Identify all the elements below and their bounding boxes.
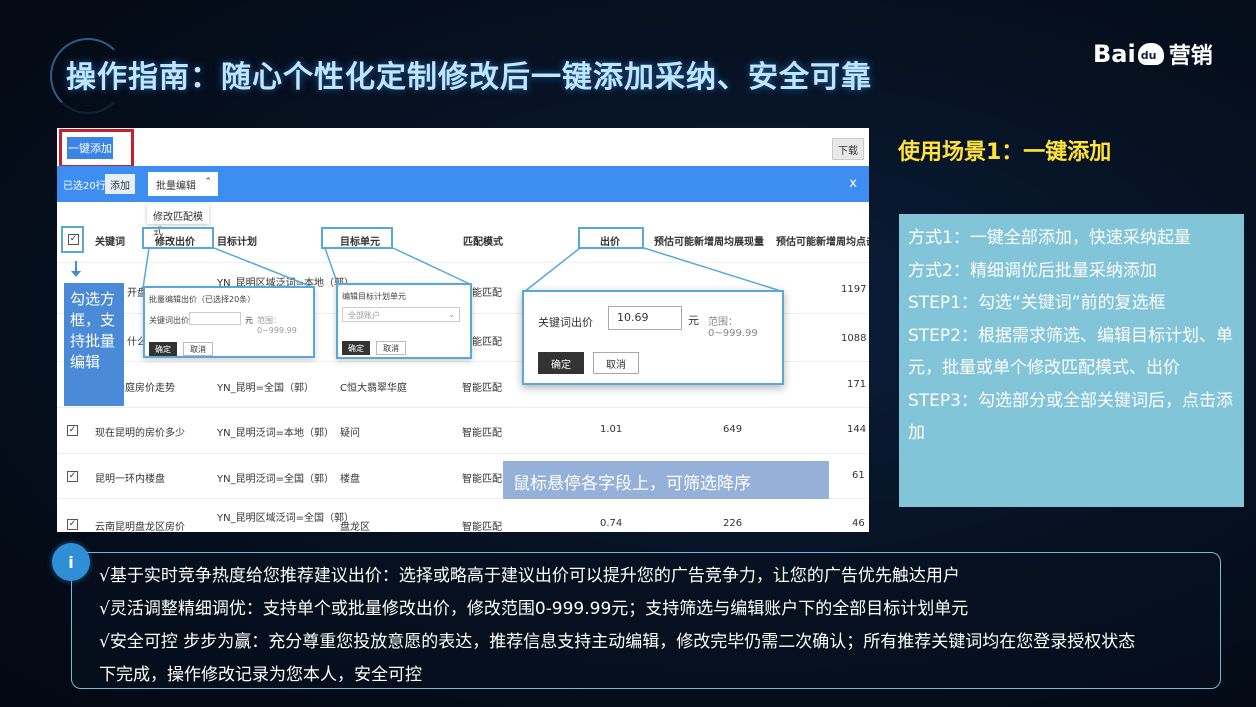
- chevron-down-icon: ⌃: [204, 177, 212, 187]
- header-keyword[interactable]: 关键词: [95, 233, 125, 248]
- paw-icon: du: [1137, 43, 1164, 65]
- table-cell-match: 智能匹配: [462, 428, 502, 439]
- highlight-bid: [578, 227, 644, 249]
- divider: [57, 262, 869, 263]
- table-cell-keyword: 华庭房价走势: [115, 383, 175, 394]
- confirm-button[interactable]: 确定: [342, 341, 370, 355]
- table-cell-plan: YN_昆明泛词=全国（郭）: [217, 474, 334, 485]
- hover-tip: 鼠标悬停各字段上，可筛选降序: [503, 461, 829, 499]
- step-line: 方式2：精细调优后批量采纳添加: [908, 260, 1157, 281]
- highlight-target-unit: [321, 227, 393, 249]
- table-cell-clicks: 46: [852, 518, 865, 529]
- connector-line: [523, 247, 581, 293]
- connector-line: [643, 247, 785, 293]
- download-button[interactable]: 下载: [832, 138, 864, 160]
- header-clicks[interactable]: 预估可能新增周均点击量: [776, 233, 869, 248]
- bid-edit-popup: 关键词出价 10.69 元 范围：0~999.99 确定 取消: [522, 290, 784, 385]
- bid-label: 关键词出价: [538, 316, 593, 329]
- selection-bar: 已选20行 添加 批量编辑 ⌃ x: [57, 166, 869, 202]
- baidu-logo: Bai du 营销: [1093, 38, 1213, 70]
- table-cell-unit: 楼盘: [340, 474, 360, 485]
- table-cell-unit: 盘龙区: [340, 522, 370, 532]
- table-cell-keyword: 昆明一环内楼盘: [95, 474, 165, 485]
- connector-line: [392, 247, 473, 286]
- steps-box: 方式1：一键全部添加，快速采纳起量 方式2：精细调优后批量采纳添加 STEP1：…: [899, 214, 1244, 507]
- add-button[interactable]: 添加: [105, 174, 135, 194]
- table-cell-keyword: 现在昆明的房价多少: [95, 428, 185, 439]
- bid-input[interactable]: 10.69: [608, 306, 682, 330]
- selected-count: 已选20行: [63, 181, 106, 192]
- row-checkbox[interactable]: ✓: [67, 425, 78, 436]
- logo-text-du: du: [1140, 49, 1157, 62]
- chevron-down-icon: ⌄: [448, 310, 455, 319]
- batch-edit-label: 批量编辑: [156, 181, 196, 192]
- highlight-checkbox: [61, 226, 84, 253]
- header-match-mode[interactable]: 匹配模式: [463, 233, 503, 248]
- checkbox-tip: 勾选方框，支持批量编辑: [64, 283, 124, 406]
- menu-item-modify-match[interactable]: 修改匹配模式: [147, 204, 209, 238]
- table-cell-bid: 1.01: [600, 424, 623, 435]
- table-cell-clicks: 1197: [841, 284, 867, 295]
- note-line: 下完成，操作修改记录为您本人，安全可控: [99, 665, 422, 685]
- close-icon[interactable]: x: [849, 176, 857, 191]
- logo-text-bai: Bai: [1093, 40, 1136, 68]
- connector-line: [142, 247, 150, 289]
- bid-input[interactable]: [189, 312, 241, 325]
- logo-text-yingxiao: 营销: [1168, 44, 1213, 69]
- cancel-button[interactable]: 取消: [593, 352, 639, 374]
- edit-unit-popup: 编辑目标计划单元 全部账户 ⌄ 确定 取消: [336, 283, 472, 359]
- divider: [57, 453, 869, 454]
- table-cell-keyword: 云南昆明盘龙区房价: [95, 522, 185, 532]
- popup-title: 编辑目标计划单元: [342, 292, 406, 301]
- step-line: STEP1：勾选“关键词”前的复选框: [908, 293, 1166, 313]
- popup-unit: 元: [245, 316, 253, 325]
- screenshot-panel: 一键添加 下载 已选20行 添加 批量编辑 ⌃ x 修改匹配模式 ✓ 关键词 修…: [57, 128, 869, 532]
- bid-range: 范围：0~999.99: [708, 317, 758, 339]
- table-cell-plan: YN_昆明区域泛词=全国（郭）: [217, 513, 354, 524]
- table-cell-unit: 疑问: [340, 428, 360, 439]
- row-checkbox[interactable]: ✓: [67, 519, 78, 530]
- table-cell-clicks: 61: [852, 470, 865, 481]
- table-cell-clicks: 171: [847, 379, 867, 390]
- popup-title: 批量编辑出价（已选择20条）: [149, 295, 256, 304]
- table-cell-plan: YN_昆明=全国（郭）: [217, 383, 314, 394]
- table-cell-bid: 0.74: [600, 518, 623, 529]
- table-cell-match: 智能匹配: [462, 383, 502, 394]
- table-cell-match: 智能匹配: [462, 522, 502, 532]
- info-icon: i: [52, 543, 90, 581]
- account-select-value: 全部账户: [348, 311, 380, 320]
- confirm-button[interactable]: 确定: [538, 352, 584, 374]
- divider: [57, 407, 869, 408]
- batch-bid-popup: 批量编辑出价（已选择20条） 关键词出价 元 范围：0~999.99 确定 取消: [143, 286, 315, 358]
- highlight-box: [59, 129, 134, 168]
- table-cell-match: 智能匹配: [462, 474, 502, 485]
- scene-title: 使用场景1：一键添加: [898, 140, 1112, 165]
- step-line: STEP2：根据需求筛选、编辑目标计划、单元，批量或单个修改匹配模式、出价: [908, 325, 1233, 379]
- batch-edit-dropdown[interactable]: 批量编辑 ⌃: [148, 172, 218, 196]
- note-line: √基于实时竞争热度给您推荐建议出价：选择或略高于建议出价可以提升您的广告竞争力，…: [99, 566, 960, 586]
- cancel-button[interactable]: 取消: [376, 341, 406, 355]
- note-line: √安全可控 步步为赢：充分尊重您投放意愿的表达，推荐信息支持主动编辑，修改完毕仍…: [99, 632, 1136, 652]
- table-cell-clicks: 144: [847, 424, 867, 435]
- table-cell-clicks: 1088: [841, 333, 867, 344]
- table-cell-plan: YN_昆明泛词=本地（郭）: [217, 428, 334, 439]
- highlight-modify-bid: [142, 227, 214, 249]
- table-cell-impressions: 226: [723, 518, 743, 529]
- table-cell-unit: C恒大翡翠华庭: [340, 383, 407, 394]
- note-line: √灵活调整精细调优：支持单个或批量修改出价，修改范围0-999.99元；支持筛选…: [99, 599, 969, 619]
- account-select[interactable]: 全部账户 ⌄: [342, 307, 460, 322]
- step-line: STEP3：勾选部分或全部关键词后，点击添加: [908, 390, 1233, 444]
- step-line: 方式1：一键全部添加，快速采纳起量: [908, 228, 1191, 248]
- header-target-plan[interactable]: 目标计划: [217, 233, 257, 248]
- confirm-button[interactable]: 确定: [149, 342, 177, 356]
- row-checkbox[interactable]: ✓: [67, 471, 78, 482]
- popup-range: 范围：0~999.99: [257, 316, 297, 335]
- header-impressions[interactable]: 预估可能新增周均展现量: [654, 233, 764, 248]
- table-cell-impressions: 649: [723, 424, 743, 435]
- bid-unit: 元: [688, 314, 699, 327]
- page-title: 操作指南：随心个性化定制修改后一键添加采纳、安全可靠: [66, 60, 872, 95]
- cancel-button[interactable]: 取消: [183, 342, 213, 356]
- arrow-down-icon: [71, 271, 81, 277]
- popup-label: 关键词出价: [149, 316, 189, 325]
